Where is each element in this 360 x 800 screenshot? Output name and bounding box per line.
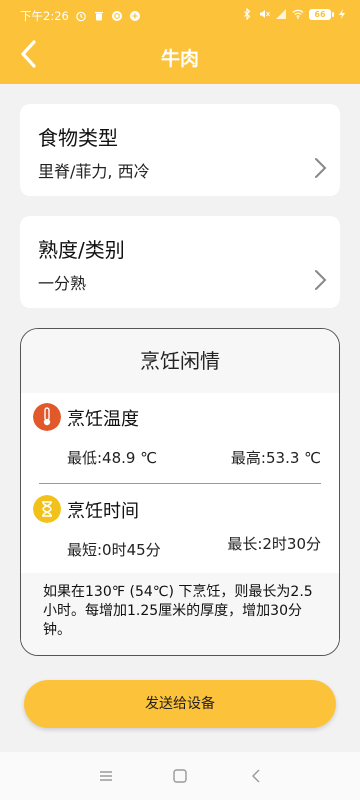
hourglass-icon	[33, 495, 61, 523]
doneness-value: 一分熟	[38, 274, 87, 293]
food-type-card[interactable]: 食物类型 里脊/菲力, 西冷	[20, 104, 340, 196]
thermometer-icon	[33, 403, 61, 431]
trash-icon	[94, 12, 103, 21]
charging-icon	[339, 9, 345, 19]
time-label: 烹饪时间	[67, 501, 139, 522]
doneness-label: 熟度/类别	[38, 238, 125, 262]
app-header: 下午2:26 66 牛肉	[0, 0, 360, 84]
send-to-device-button[interactable]: 发送给设备	[24, 680, 336, 728]
wifi-icon	[292, 9, 304, 19]
sync-icon	[111, 11, 122, 21]
bluetooth-icon	[244, 8, 251, 20]
note-section: 如果在130℉ (54℃) 下烹饪，则最长为2.5小时。每增加1.25厘米的厚度…	[21, 573, 339, 655]
home-icon[interactable]	[170, 766, 190, 786]
temperature-label: 烹饪温度	[67, 409, 139, 430]
time-max: 最长:2时30分	[227, 535, 321, 553]
status-bar: 下午2:26 66	[0, 0, 360, 32]
back-icon[interactable]	[246, 766, 266, 786]
app-icon	[129, 11, 140, 21]
signal-icon	[276, 9, 286, 19]
time-min: 最短:0时45分	[67, 541, 161, 559]
status-time: 下午2:26	[20, 9, 69, 23]
alarm-icon	[76, 11, 86, 22]
doneness-card[interactable]: 熟度/类别 一分熟	[20, 216, 340, 308]
mute-icon	[260, 10, 270, 18]
temperature-min: 最低:48.9 ℃	[67, 449, 158, 467]
food-type-value: 里脊/菲力, 西冷	[38, 162, 150, 181]
chevron-right-icon	[315, 270, 327, 290]
chevron-right-icon	[315, 158, 327, 178]
food-type-label: 食物类型	[38, 126, 118, 150]
cooking-note: 如果在130℉ (54℃) 下烹饪，则最长为2.5小时。每增加1.25厘米的厚度…	[43, 584, 313, 638]
divider	[39, 483, 321, 484]
temperature-max: 最高:53.3 ℃	[230, 449, 321, 467]
page-title: 牛肉	[160, 48, 199, 70]
battery-icon: 66	[309, 8, 334, 20]
menu-icon[interactable]	[96, 766, 116, 786]
system-nav-bar	[0, 752, 360, 800]
cooking-info-panel: 烹饪闲情 烹饪温度 最低:48.9 ℃ 最高:53.3 ℃ 烹饪时间 最短:0时…	[20, 328, 340, 656]
cooking-info-title: 烹饪闲情	[21, 329, 339, 393]
